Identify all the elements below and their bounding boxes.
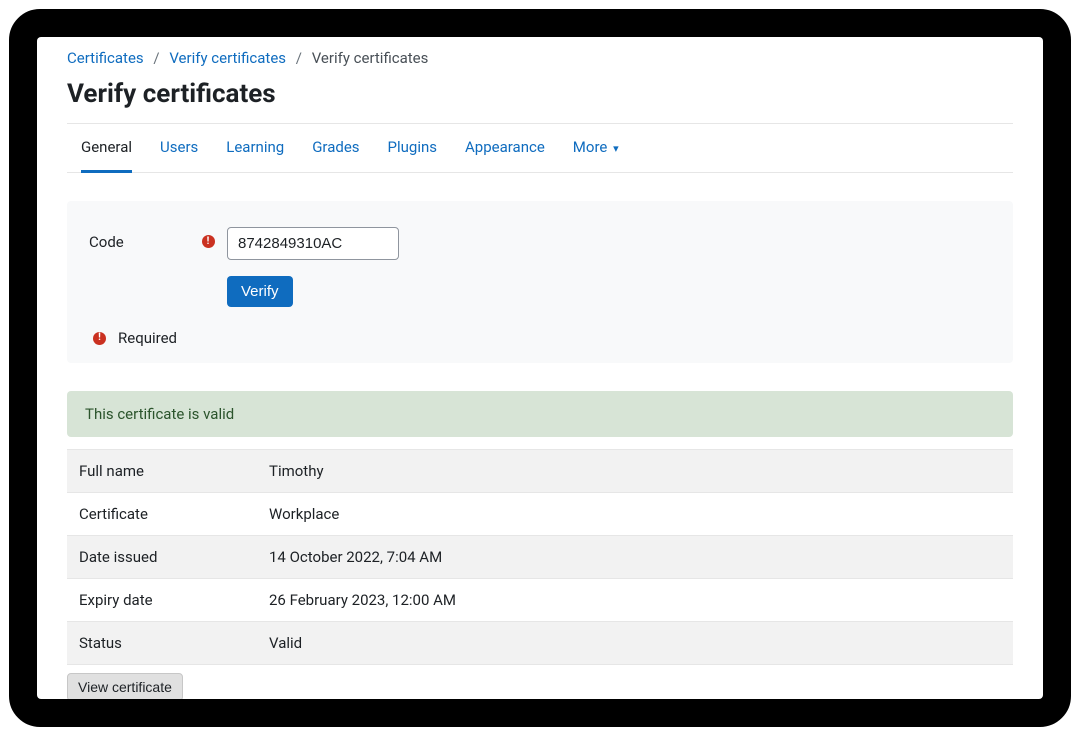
detail-label: Date issued	[67, 536, 257, 579]
detail-value: Timothy	[257, 450, 1013, 493]
form-row-code: Code ! Verify	[89, 227, 991, 307]
tab-plugins[interactable]: Plugins	[388, 138, 437, 172]
detail-value: Valid	[257, 622, 1013, 665]
breadcrumb-link-verify[interactable]: Verify certificates	[169, 49, 286, 67]
verify-button[interactable]: Verify	[227, 276, 293, 307]
tab-bar: General Users Learning Grades Plugins Ap…	[67, 124, 1013, 173]
tab-more-label: More	[573, 138, 608, 156]
detail-label: Expiry date	[67, 579, 257, 622]
exclamation-icon: !	[93, 332, 106, 345]
required-label: Required	[118, 329, 177, 347]
breadcrumb-separator: /	[296, 49, 302, 67]
view-certificate-button[interactable]: View certificate	[67, 673, 183, 699]
breadcrumb-separator: /	[153, 49, 159, 67]
screen-content: Certificates / Verify certificates / Ver…	[37, 37, 1043, 699]
alert-valid: This certificate is valid	[67, 391, 1013, 437]
detail-label: Status	[67, 622, 257, 665]
tab-more[interactable]: More ▾	[573, 138, 619, 172]
tab-grades[interactable]: Grades	[312, 138, 359, 172]
code-input[interactable]	[227, 227, 399, 260]
code-label: Code	[89, 227, 189, 251]
detail-value: 14 October 2022, 7:04 AM	[257, 536, 1013, 579]
verify-form: Code ! Verify ! Required	[67, 201, 1013, 363]
tab-users[interactable]: Users	[160, 138, 198, 172]
breadcrumb: Certificates / Verify certificates / Ver…	[67, 43, 1013, 75]
tab-appearance[interactable]: Appearance	[465, 138, 545, 172]
page-title: Verify certificates	[67, 79, 1013, 109]
chevron-down-icon: ▾	[613, 142, 619, 155]
exclamation-icon: !	[202, 235, 215, 248]
tab-general[interactable]: General	[81, 138, 132, 173]
device-frame: Certificates / Verify certificates / Ver…	[8, 8, 1072, 728]
table-row: Certificate Workplace	[67, 493, 1013, 536]
detail-value: 26 February 2023, 12:00 AM	[257, 579, 1013, 622]
certificate-details-table: Full name Timothy Certificate Workplace …	[67, 449, 1013, 665]
table-row: Expiry date 26 February 2023, 12:00 AM	[67, 579, 1013, 622]
detail-label: Full name	[67, 450, 257, 493]
breadcrumb-link-certificates[interactable]: Certificates	[67, 49, 144, 67]
table-row: Date issued 14 October 2022, 7:04 AM	[67, 536, 1013, 579]
detail-value: Workplace	[257, 493, 1013, 536]
breadcrumb-current: Verify certificates	[312, 49, 429, 67]
table-row: Full name Timothy	[67, 450, 1013, 493]
required-indicator: !	[199, 227, 217, 248]
table-row: Status Valid	[67, 622, 1013, 665]
tab-learning[interactable]: Learning	[226, 138, 284, 172]
detail-label: Certificate	[67, 493, 257, 536]
required-helper: ! Required	[89, 329, 991, 347]
